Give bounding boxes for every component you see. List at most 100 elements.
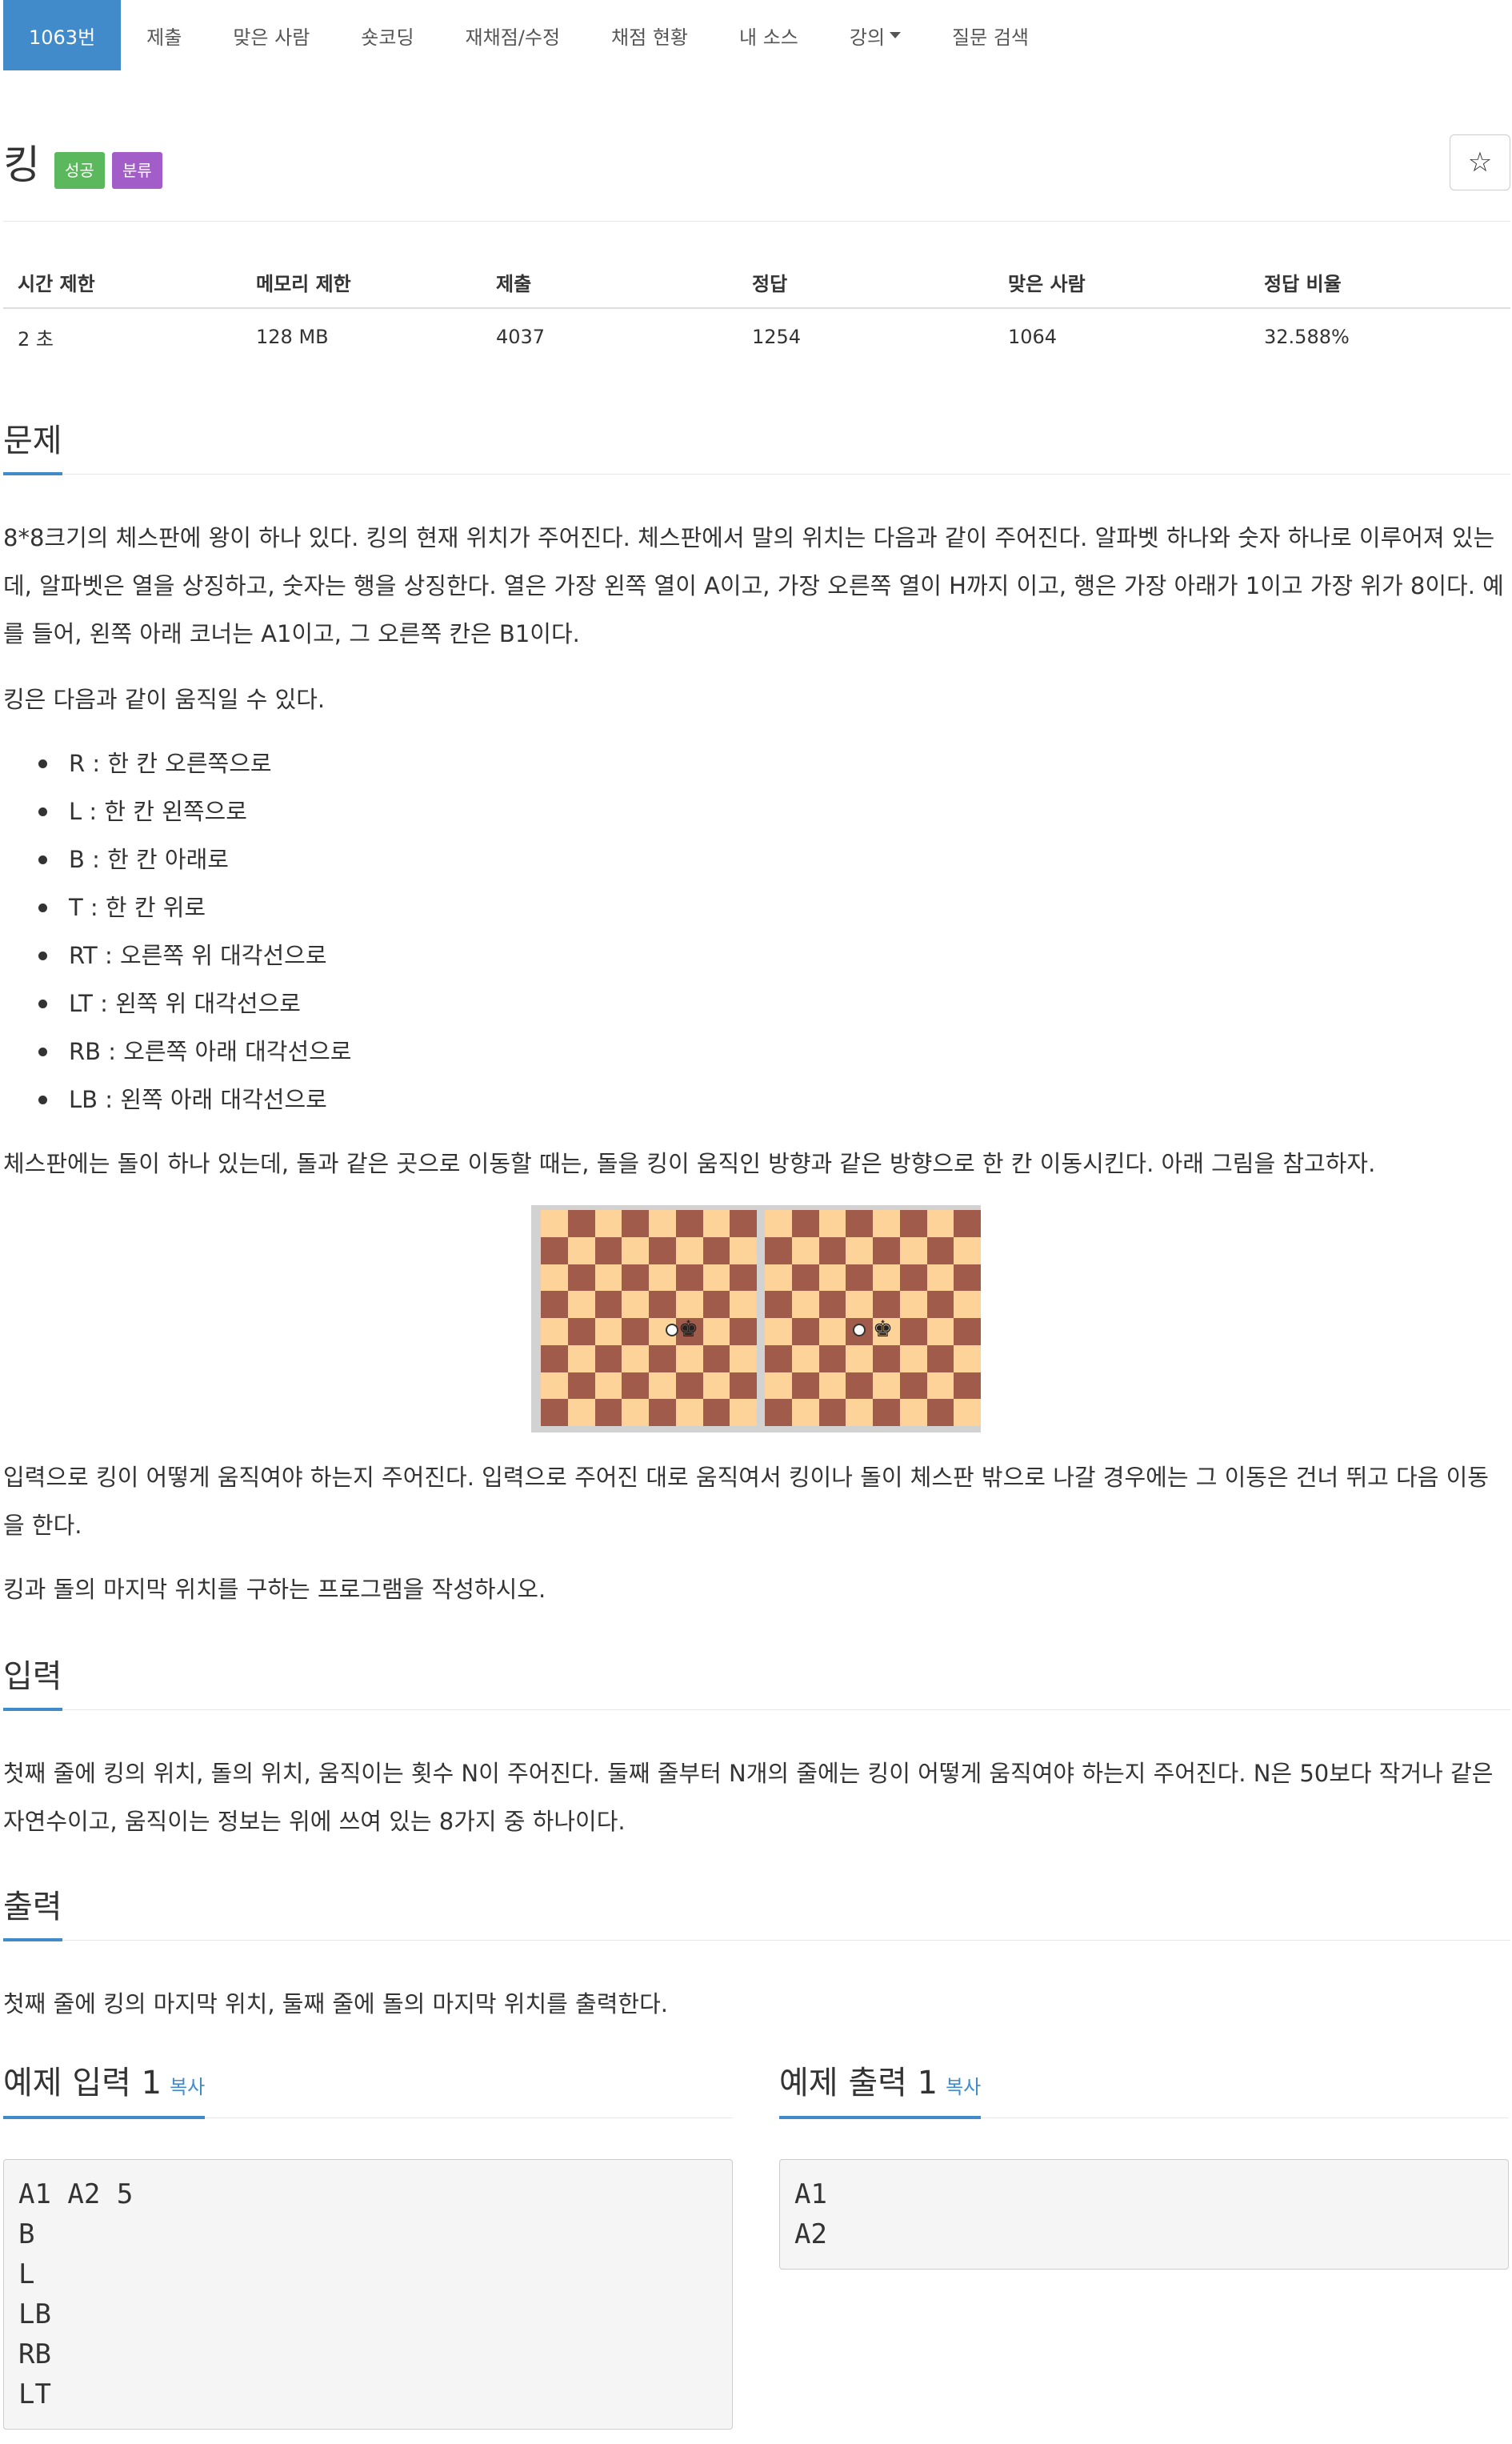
board-square: [954, 1372, 982, 1400]
board-square: [846, 1291, 874, 1319]
board-square: [702, 1264, 730, 1292]
sample-input-panel: 예제 입력 1 복사 A1 A2 5 B L LB RB LT: [3, 2057, 733, 2430]
board-square: [899, 1264, 927, 1292]
input-description: 첫째 줄에 킹의 위치, 돌의 위치, 움직이는 횟수 N이 주어진다. 둘째 …: [3, 1760, 1494, 1835]
board-square: [541, 1399, 568, 1427]
tab-status[interactable]: 채점 현황: [586, 0, 714, 70]
submissions-value: 4037: [496, 326, 546, 348]
board-square: [873, 1210, 900, 1237]
tab-short-coding[interactable]: 숏코딩: [335, 0, 439, 70]
table-header-row: 시간 제한 메모리 제한 제출 정답 맞은 사람 정답 비율: [3, 256, 1510, 309]
board-square: [541, 1318, 568, 1345]
problem-menu: 1063번 제출 맞은 사람 숏코딩 재채점/수정 채점 현황 내 소스 강의 …: [0, 0, 1512, 70]
board-square: [954, 1210, 982, 1237]
board-square: [594, 1344, 622, 1372]
tab-rejudge[interactable]: 재채점/수정: [440, 0, 586, 70]
board-square: [541, 1291, 568, 1319]
board-square: [675, 1210, 703, 1237]
list-item: LT : 왼쪽 위 대각선으로: [38, 980, 1429, 1028]
board-square: [765, 1264, 792, 1292]
problem-moves-intro: 킹은 다음과 같이 움직일 수 있다.: [3, 686, 326, 713]
board-square: [702, 1399, 730, 1427]
board-square: [649, 1264, 676, 1292]
board-square: [594, 1210, 622, 1237]
stone-icon: [853, 1324, 866, 1336]
board-square: [567, 1318, 595, 1345]
board-square: [541, 1236, 568, 1264]
board-square: [954, 1264, 982, 1292]
board-square: [926, 1318, 954, 1345]
board-square: [730, 1344, 758, 1372]
board-square: [765, 1210, 792, 1237]
board-square: [622, 1291, 650, 1319]
board-square: [899, 1210, 927, 1237]
board-square: [675, 1399, 703, 1427]
board-square: [899, 1372, 927, 1400]
board-square: [567, 1372, 595, 1400]
tab-lecture-label: 강의: [849, 26, 886, 49]
sample-output-title: 예제 출력 1: [779, 2065, 938, 2101]
tab-my-source[interactable]: 내 소스: [714, 0, 824, 70]
board-square: [818, 1372, 846, 1400]
rank-labels-left: [534, 1212, 539, 1420]
stone-icon: [666, 1324, 678, 1336]
star-button[interactable]: ☆: [1450, 134, 1510, 190]
sample-input-text[interactable]: A1 A2 5 B L LB RB LT: [3, 2159, 733, 2430]
board-square: [622, 1399, 650, 1427]
list-item: T : 한 칸 위로: [38, 883, 1429, 932]
divider: [3, 474, 1510, 475]
board-square: [791, 1236, 819, 1264]
problem-stone-rule: 체스판에는 돌이 하나 있는데, 돌과 같은 곳으로 이동할 때는, 돌을 킹이…: [3, 1150, 1376, 1177]
sample-output-heading: 예제 출력 1 복사: [779, 2057, 982, 2119]
board-square: [846, 1236, 874, 1264]
board-square: [926, 1372, 954, 1400]
board-square: [873, 1372, 900, 1400]
copy-output-button[interactable]: 복사: [946, 2076, 981, 2098]
problem-section-header: 문제: [3, 415, 1510, 475]
board-square: [702, 1236, 730, 1264]
board-square: [649, 1372, 676, 1400]
list-item: L : 한 칸 왼쪽으로: [38, 787, 1429, 835]
tab-problem-number[interactable]: 1063번: [3, 0, 122, 70]
copy-input-button[interactable]: 복사: [170, 2076, 205, 2098]
board-square: [791, 1372, 819, 1400]
board-square: [926, 1344, 954, 1372]
board-square: [675, 1372, 703, 1400]
board-square: [954, 1236, 982, 1264]
board-square: [622, 1210, 650, 1237]
tab-accepted-users[interactable]: 맞은 사람: [207, 0, 335, 70]
problem-info-table: 시간 제한 메모리 제한 제출 정답 맞은 사람 정답 비율 2 초 128 M…: [3, 256, 1510, 365]
board-square: [818, 1291, 846, 1319]
accepted-value: 1254: [752, 326, 802, 348]
board-square: [926, 1264, 954, 1292]
board-square: [594, 1399, 622, 1427]
board-square: [791, 1318, 819, 1345]
board-square: [899, 1236, 927, 1264]
page-title: 킹: [3, 142, 40, 188]
board-square: [541, 1372, 568, 1400]
tab-question-search[interactable]: 질문 검색: [926, 0, 1054, 70]
tab-submit[interactable]: 제출: [121, 0, 207, 70]
board-square: [675, 1236, 703, 1264]
sample-output-text[interactable]: A1 A2: [779, 2159, 1509, 2270]
board-square: [765, 1236, 792, 1264]
board-square: [899, 1344, 927, 1372]
board-square: [594, 1236, 622, 1264]
board-square: [818, 1210, 846, 1237]
board-square: [791, 1399, 819, 1427]
tab-lecture[interactable]: 강의: [824, 0, 926, 70]
board-square: [873, 1399, 900, 1427]
table-row: 2 초 128 MB 4037 1254 1064 32.588%: [3, 308, 1510, 365]
list-item: RT : 오른쪽 위 대각선으로: [38, 932, 1429, 980]
board-square: [594, 1372, 622, 1400]
header-accepted: 정답: [738, 256, 994, 309]
board-square: [567, 1291, 595, 1319]
ratio-value: 32.588%: [1264, 326, 1350, 348]
board-square: [649, 1291, 676, 1319]
classify-badge[interactable]: 분류: [112, 152, 162, 189]
king-icon: ♚: [873, 1316, 894, 1342]
board-square: [594, 1291, 622, 1319]
accepted-users-value: 1064: [1008, 326, 1058, 348]
board-square: [541, 1210, 568, 1237]
list-item: RB : 오른쪽 아래 대각선으로: [38, 1028, 1429, 1076]
